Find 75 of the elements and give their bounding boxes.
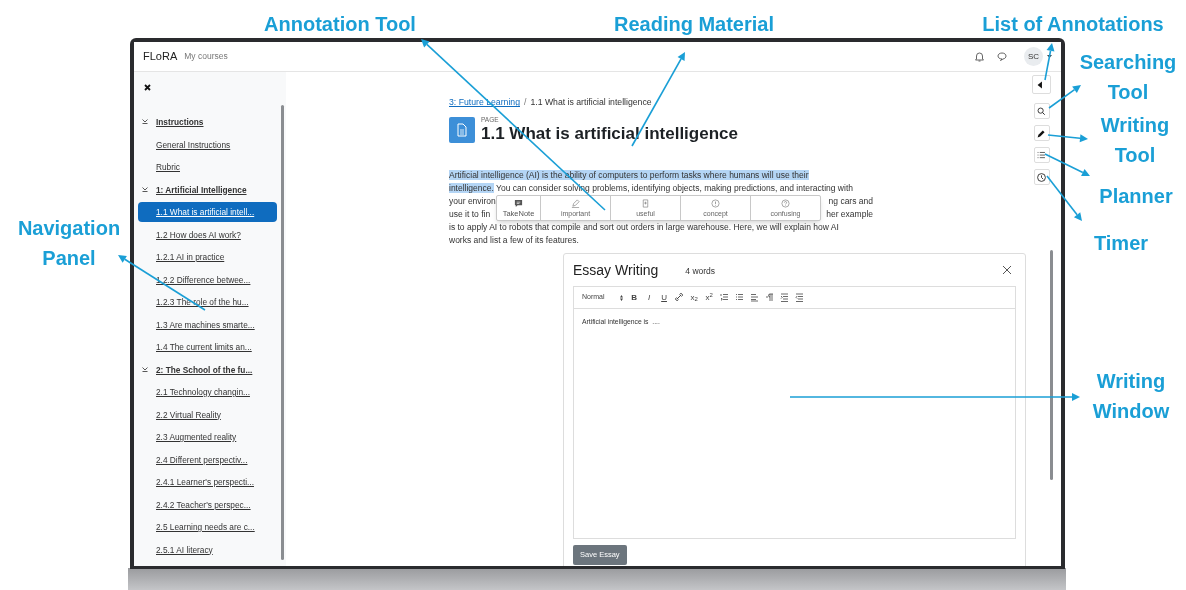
format-button[interactable]: x$_{2}$ — [689, 293, 699, 302]
bookmark-icon — [641, 198, 650, 208]
close-icon[interactable] — [1002, 265, 1012, 275]
link-icon[interactable] — [674, 293, 684, 302]
annotation-label: Navigation Panel — [16, 216, 122, 271]
annotation-arrow — [1047, 134, 1088, 143]
nav-item[interactable]: 2.2 Virtual Reality — [138, 404, 277, 425]
format-button[interactable]: B — [629, 293, 639, 302]
breadcrumb-current: 1.1 What is artificial intelligence — [530, 96, 652, 110]
paragraph-line: works and list a few of its features. — [449, 234, 580, 247]
nav-item[interactable]: Instructions — [138, 112, 277, 133]
annotation-label: Timer — [1092, 231, 1150, 256]
page-icon — [449, 117, 475, 143]
annotation-label: List of Annotations — [981, 12, 1165, 37]
annotation-arrow — [1048, 85, 1081, 109]
annotation-label: Annotation Tool — [263, 12, 417, 37]
chat-icon[interactable] — [997, 52, 1007, 61]
tool-button[interactable] — [1032, 75, 1051, 94]
bullet-list-icon[interactable] — [734, 293, 744, 302]
numbered-list-icon[interactable] — [719, 293, 729, 302]
word-count: 4 words — [685, 264, 716, 278]
chevron-down-icon[interactable] — [142, 186, 148, 192]
search-icon — [1035, 104, 1048, 118]
paragraph-text: her example — [826, 208, 873, 221]
nav-item[interactable]: 2.5 Learning needs are c... — [138, 517, 277, 538]
nav-item[interactable]: 2.4 Different perspectiv... — [138, 449, 277, 470]
comment-icon — [514, 198, 523, 208]
nav-item[interactable]: 2.5.1 AI literacy — [138, 539, 277, 560]
chevron-down-icon[interactable] — [142, 119, 148, 125]
nav-item[interactable]: 1.4 The current limits an... — [138, 337, 277, 358]
tool-button[interactable] — [1033, 125, 1050, 141]
annotation-label: Searching Tool — [1078, 50, 1178, 105]
annotation-label: Writing Window — [1091, 369, 1171, 424]
nav-item[interactable]: 2: The School of the fu... — [138, 359, 277, 380]
close-icon[interactable] — [144, 84, 151, 91]
chevron-down-icon[interactable] — [142, 366, 148, 372]
breadcrumb-separator: / — [524, 96, 527, 110]
nav-item[interactable]: 2.1 Technology changin... — [138, 382, 277, 403]
nav-item[interactable]: 2.4.1 Learner's perspecti... — [138, 472, 277, 493]
nav-item[interactable]: 1.2.1 AI in practice — [138, 247, 277, 268]
paragraph-text: ng cars and — [828, 195, 873, 208]
nav-item[interactable]: General Instructions — [138, 134, 277, 155]
caret-icon[interactable] — [1047, 55, 1052, 58]
brand-name[interactable]: FLoRA — [143, 48, 178, 65]
format-button[interactable]: U — [659, 293, 669, 302]
essay-title: Essay Writing — [573, 260, 659, 280]
nav-item[interactable]: 1.1 What is artificial intell... — [138, 202, 277, 223]
sort-arrows-icon — [619, 294, 623, 301]
nav-item[interactable]: 2.4.2 Teacher's perspec... — [138, 494, 277, 515]
paragraph-text: use it to fin — [449, 208, 491, 221]
clock-icon — [1035, 170, 1048, 184]
outdent-icon[interactable] — [794, 293, 804, 302]
indent-icon[interactable] — [779, 293, 789, 302]
annotation-label: Planner — [1098, 184, 1174, 209]
nav-item[interactable]: Rubric — [138, 157, 277, 178]
question-circle-icon — [781, 198, 790, 208]
nav-item[interactable]: 1.2.3 The role of the hu... — [138, 292, 277, 313]
user-avatar[interactable]: SC — [1024, 47, 1043, 66]
nav-item[interactable]: 1: Artificial Intelligence — [138, 179, 277, 200]
align-icon[interactable] — [749, 293, 759, 302]
pencil-icon — [571, 198, 580, 208]
nav-item[interactable]: 1.3 Are machines smarte... — [138, 314, 277, 335]
format-button[interactable]: x$^{2}$ — [704, 293, 714, 302]
nav-item[interactable]: 2.3 Augmented reality — [138, 427, 277, 448]
bell-icon[interactable] — [975, 51, 984, 62]
annotation-arrow — [1044, 43, 1055, 81]
paragraph-text: your environ — [449, 195, 496, 208]
annotation-label: Reading Material — [612, 12, 775, 37]
annotation-label: Writing Tool — [1099, 113, 1171, 168]
paragraph-direction-icon[interactable] — [764, 293, 774, 302]
nav-link[interactable]: My courses — [184, 50, 228, 63]
exclamation-circle-icon — [711, 198, 720, 208]
nav-item[interactable]: 1.2 How does AI work? — [138, 224, 277, 245]
format-button[interactable]: I — [644, 293, 654, 302]
paragraph-line: is to apply AI to robots that compile and sort out orders in large warehouse. Here, we will explain how AI — [449, 221, 840, 234]
